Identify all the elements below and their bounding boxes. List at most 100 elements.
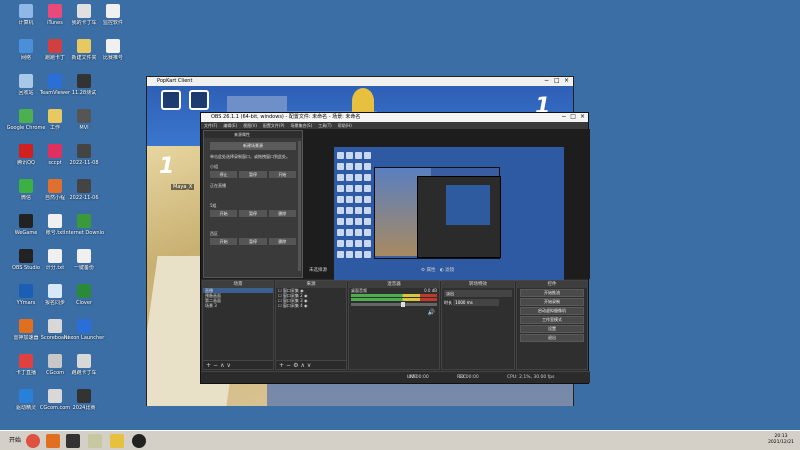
- start-button[interactable]: 开始: [268, 171, 296, 178]
- game-window-titlebar[interactable]: PopKart Client − □ ×: [147, 77, 573, 86]
- captured-icon: [355, 163, 362, 170]
- desktop-icon[interactable]: 2024比赛: [62, 389, 106, 423]
- desktop-icon[interactable]: 11.28测试: [62, 74, 106, 108]
- chrome-taskbar-icon[interactable]: [26, 434, 40, 448]
- scenes-dock[interactable]: 场景 直播 预备画面 第二画面 场景 3 +−∧∨: [202, 280, 274, 370]
- start-button[interactable]: 开始: [210, 238, 238, 245]
- app-icon: [77, 39, 91, 53]
- obs-titlebar[interactable]: OBS 26.1.1 (64-bit, windows) - 配置文件: 未命名…: [201, 113, 588, 122]
- down-icon[interactable]: ∨: [307, 362, 313, 369]
- obs-window[interactable]: OBS 26.1.1 (64-bit, windows) - 配置文件: 未命名…: [200, 112, 590, 384]
- down-icon[interactable]: ∨: [226, 362, 232, 369]
- close-button[interactable]: ×: [580, 114, 585, 120]
- app-icon: [48, 249, 62, 263]
- close-button[interactable]: ×: [564, 78, 571, 84]
- start-streaming-button[interactable]: 开始推流: [520, 289, 584, 297]
- source-item[interactable]: ☐ 窗口采集 4 ◉: [276, 303, 346, 308]
- transition-select[interactable]: 淡出: [444, 290, 512, 297]
- app-icon: [106, 4, 120, 18]
- minimap-slot-icon: [161, 90, 181, 110]
- settings-button[interactable]: 设置: [520, 325, 584, 333]
- captured-icon: [337, 218, 344, 225]
- properties-button[interactable]: 属性: [426, 268, 435, 273]
- desktop-icon[interactable]: Nexon Launcher: [62, 319, 106, 353]
- gear-icon[interactable]: ⚙: [421, 268, 425, 273]
- start-button[interactable]: 开始: [210, 210, 238, 217]
- remove-icon[interactable]: −: [213, 362, 220, 369]
- filters-button[interactable]: 滤镜: [445, 268, 454, 273]
- remove-icon[interactable]: −: [286, 362, 293, 369]
- app-icon: [19, 179, 33, 193]
- controls-header: 控件: [517, 281, 587, 288]
- app-icon: [77, 74, 91, 88]
- sources-toolbar: +−⚙∧∨: [276, 360, 346, 369]
- game-taskbar-icon[interactable]: [110, 434, 124, 448]
- pause-button[interactable]: 暂停: [239, 171, 267, 178]
- studio-mode-button[interactable]: 工作室模式: [520, 316, 584, 324]
- start-button[interactable]: 开始: [1, 433, 21, 448]
- desktop-icon-label: 比赛推号: [102, 55, 123, 61]
- menu-view[interactable]: 视图(V): [243, 122, 257, 129]
- captured-icon: [346, 185, 353, 192]
- duration-input[interactable]: 1000 ms: [453, 299, 500, 306]
- menu-help[interactable]: 帮助(H): [338, 122, 352, 129]
- desktop-icon[interactable]: Clover: [62, 284, 106, 318]
- desktop-icon[interactable]: Internet Downlo: [62, 214, 106, 248]
- dialog-scrollbar[interactable]: [298, 141, 301, 271]
- stop-button[interactable]: 停止: [210, 171, 238, 178]
- maximize-button[interactable]: □: [554, 78, 561, 84]
- app-taskbar-icon[interactable]: [46, 434, 60, 448]
- slider-handle[interactable]: [401, 302, 405, 307]
- app-icon: [19, 144, 33, 158]
- controls-dock[interactable]: 控件 开始推流 开始录制 启动虚拟摄像机 工作室模式 设置 退出: [516, 280, 588, 370]
- captured-icon: [364, 240, 371, 247]
- sources-dock[interactable]: 来源 ☐ 窗口采集 ◉ ☐ 窗口采集 2 ◉ ☐ 窗口采集 3 ◉ ☐ 窗口采集…: [275, 280, 347, 370]
- dialog-title: 来源属性: [204, 131, 302, 138]
- menu-file[interactable]: 文件(F): [204, 122, 217, 129]
- captured-icon: [346, 240, 353, 247]
- section-label: 5组: [210, 203, 217, 208]
- desktop-icon[interactable]: MVI: [62, 109, 106, 143]
- preview-canvas[interactable]: [334, 147, 564, 281]
- start-recording-button[interactable]: 开始录制: [520, 298, 584, 306]
- desktop-icon[interactable]: 一键备份: [62, 249, 106, 283]
- desktop-icon[interactable]: 2022-11-06: [62, 179, 106, 213]
- menu-tools[interactable]: 工具(T): [318, 122, 332, 129]
- desktop-icon[interactable]: 2022-11-08: [62, 144, 106, 178]
- captured-icon: [346, 152, 353, 159]
- add-icon[interactable]: +: [206, 362, 213, 369]
- minimize-button[interactable]: −: [544, 78, 551, 84]
- desktop-icon[interactable]: 跑跑卡丁车: [62, 354, 106, 388]
- desktop-icon[interactable]: 比赛推号: [91, 39, 135, 73]
- menu-scene-collection[interactable]: 场景集合(S): [290, 122, 312, 129]
- taskbar: 开始 20:13 2021/12/21: [0, 430, 800, 450]
- delete-button[interactable]: 删除: [268, 238, 296, 245]
- minimize-button[interactable]: −: [561, 114, 566, 120]
- exit-button[interactable]: 退出: [520, 334, 584, 342]
- menu-profile[interactable]: 配置文件(P): [263, 122, 285, 129]
- audio-mixer-dock[interactable]: 混音器 桌面音频 0.0 dB 🔊: [348, 280, 440, 370]
- transitions-dock[interactable]: 转场特效 淡出 时长 1000 ms: [441, 280, 515, 370]
- volume-slider[interactable]: [351, 302, 437, 307]
- menu-edit[interactable]: 编辑(E): [223, 122, 237, 129]
- app-icon: [77, 144, 91, 158]
- filter-icon[interactable]: ◐: [440, 268, 444, 273]
- maximize-button[interactable]: □: [570, 114, 576, 120]
- obs-menubar: 文件(F) 编辑(E) 视图(V) 配置文件(P) 场景集合(S) 工具(T) …: [201, 122, 588, 129]
- source-properties-dialog[interactable]: 来源属性 新建场景源 单击此处选择录制窗口，或拖拽窗口到此处。 小组 停止 暂停…: [203, 130, 303, 278]
- pause-button[interactable]: 暂停: [239, 210, 267, 217]
- app-icon: [48, 319, 62, 333]
- clock[interactable]: 20:13 2021/12/21: [768, 434, 794, 446]
- speaker-icon[interactable]: 🔊: [428, 309, 435, 316]
- desktop-icon[interactable]: 监控软件: [91, 4, 135, 38]
- virtual-camera-button[interactable]: 启动虚拟摄像机: [520, 307, 584, 315]
- scene-item[interactable]: 场景 3: [203, 303, 273, 308]
- new-scene-source-button[interactable]: 新建场景源: [210, 142, 296, 150]
- app-icon: [48, 144, 62, 158]
- explorer-taskbar-icon[interactable]: [88, 434, 102, 448]
- delete-button[interactable]: 删除: [268, 210, 296, 217]
- obs-taskbar-icon[interactable]: [132, 434, 146, 448]
- pause-button[interactable]: 暂停: [239, 238, 267, 245]
- folder-taskbar-icon[interactable]: [66, 434, 80, 448]
- add-icon[interactable]: +: [279, 362, 286, 369]
